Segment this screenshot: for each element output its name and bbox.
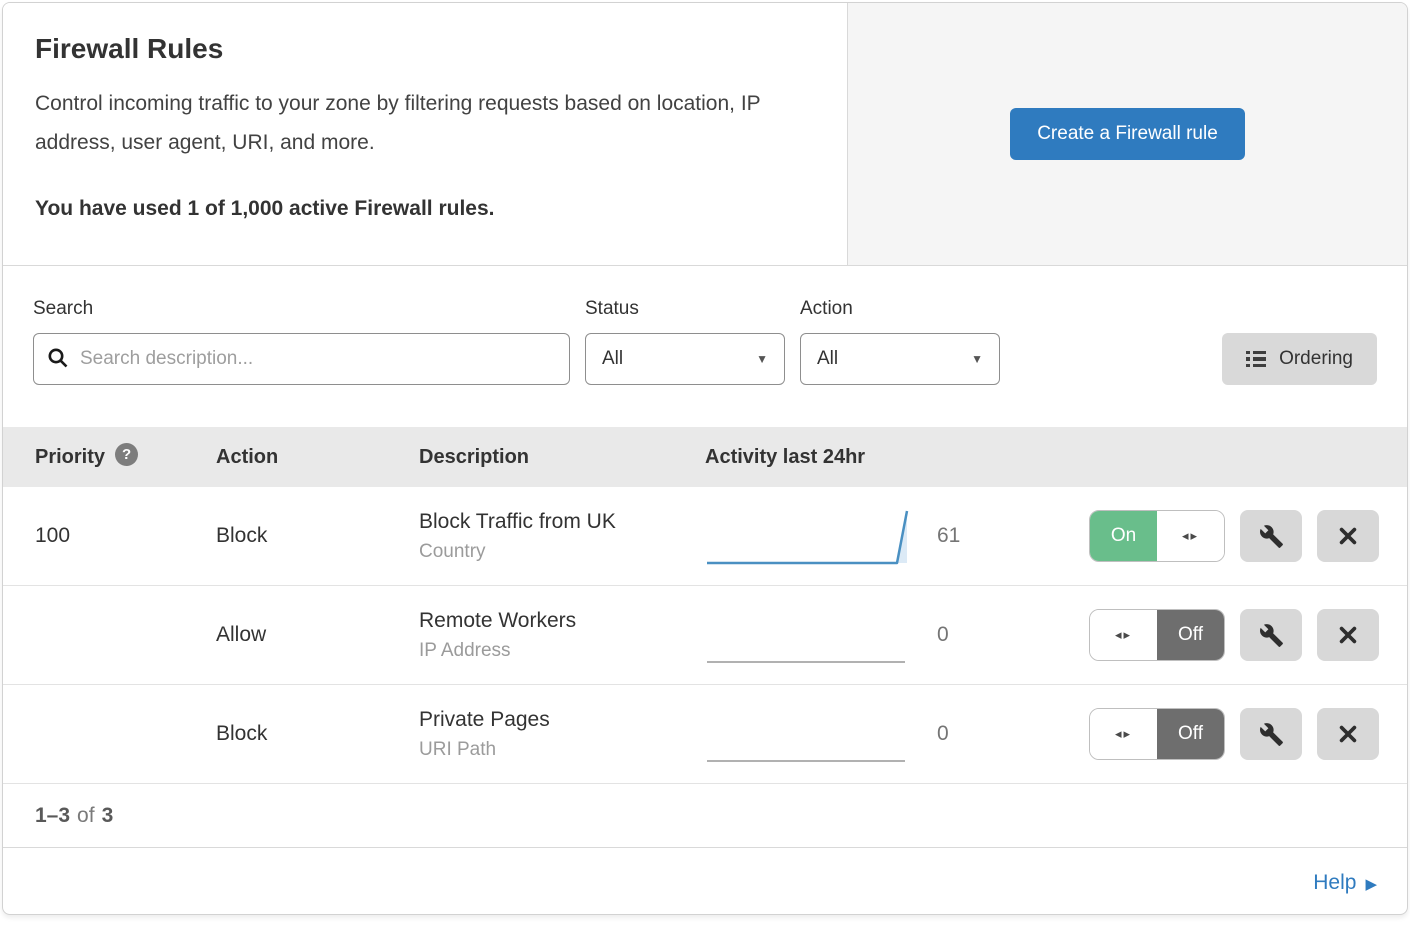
priority-header-label: Priority [35, 446, 105, 469]
activity-count: 0 [937, 623, 949, 647]
header-section: Firewall Rules Control incoming traffic … [3, 3, 1407, 266]
table-row: 100 Block Block Traffic from UK Country … [3, 487, 1407, 586]
toggle-off-segment: Off [1157, 709, 1224, 759]
column-header-description: Description [419, 446, 705, 469]
column-header-priority: Priority ? [35, 446, 216, 469]
activity-sparkline [705, 699, 910, 769]
delete-rule-button[interactable] [1317, 708, 1379, 760]
rule-description: Remote Workers [419, 609, 705, 633]
rule-action: Block [216, 722, 419, 746]
column-header-action: Action [216, 446, 419, 469]
status-label: Status [585, 298, 785, 320]
delete-rule-button[interactable] [1317, 609, 1379, 661]
activity-sparkline [705, 600, 910, 670]
activity-count: 0 [937, 722, 949, 746]
edit-rule-button[interactable] [1240, 609, 1302, 661]
status-select-value: All [602, 348, 623, 370]
action-filter-group: Action All ▼ [800, 298, 1000, 385]
toggle-handle-icon: ◂▸ [1090, 709, 1157, 759]
rule-description: Block Traffic from UK [419, 510, 705, 534]
rule-controls: On ◂▸ [1089, 510, 1407, 562]
rule-description: Private Pages [419, 708, 705, 732]
search-icon [46, 346, 70, 375]
action-select[interactable]: All ▼ [800, 333, 1000, 385]
toggle-on-segment: On [1090, 511, 1157, 561]
table-header-row: Priority ? Action Description Activity l… [3, 427, 1407, 487]
status-select[interactable]: All ▼ [585, 333, 785, 385]
toggle-handle-icon: ◂▸ [1090, 610, 1157, 660]
ordered-list-icon [1246, 351, 1266, 368]
wrench-icon [1259, 524, 1284, 549]
search-box [33, 333, 570, 385]
pagination-bar: 1–3 of 3 [3, 784, 1407, 848]
activity-count: 61 [937, 524, 960, 548]
rule-action: Block [216, 524, 419, 548]
toggle-handle-icon: ◂▸ [1157, 511, 1224, 561]
rule-description-cell: Block Traffic from UK Country [419, 510, 705, 563]
pagination-range: 1–3 [35, 804, 70, 828]
column-header-activity: Activity last 24hr [705, 446, 1089, 469]
status-filter-group: Status All ▼ [585, 298, 785, 385]
create-firewall-rule-button[interactable]: Create a Firewall rule [1010, 108, 1245, 160]
search-label: Search [33, 298, 570, 320]
rule-priority: 100 [35, 524, 216, 548]
edit-rule-button[interactable] [1240, 708, 1302, 760]
rule-activity-cell: 0 [705, 600, 1089, 670]
ordering-button-label: Ordering [1279, 348, 1353, 370]
rule-activity-cell: 61 [705, 501, 1089, 571]
priority-help-icon[interactable]: ? [115, 443, 138, 466]
search-input[interactable] [33, 333, 570, 385]
rule-match-type: Country [419, 541, 705, 563]
chevron-down-icon: ▼ [971, 352, 983, 366]
rule-activity-cell: 0 [705, 699, 1089, 769]
wrench-icon [1259, 722, 1284, 747]
close-icon [1337, 525, 1359, 547]
pagination-total: 3 [102, 804, 114, 828]
page-description: Control incoming traffic to your zone by… [35, 85, 805, 163]
ordering-button[interactable]: Ordering [1222, 333, 1377, 385]
page-title: Firewall Rules [35, 33, 815, 65]
rule-action: Allow [216, 623, 419, 647]
edit-rule-button[interactable] [1240, 510, 1302, 562]
table-row: Block Private Pages URI Path 0 ◂▸ Off [3, 685, 1407, 784]
help-bar: Help ▶ [3, 848, 1407, 915]
help-link[interactable]: Help ▶ [1313, 871, 1377, 895]
header-text-block: Firewall Rules Control incoming traffic … [3, 3, 847, 265]
wrench-icon [1259, 623, 1284, 648]
action-label: Action [800, 298, 1000, 320]
rule-enabled-toggle[interactable]: ◂▸ Off [1089, 609, 1225, 661]
header-action-panel: Create a Firewall rule [847, 3, 1407, 265]
action-select-value: All [817, 348, 838, 370]
close-icon [1337, 723, 1359, 745]
usage-note: You have used 1 of 1,000 active Firewall… [35, 197, 815, 221]
search-filter-group: Search [33, 298, 570, 385]
arrow-right-icon: ▶ [1365, 875, 1377, 893]
rule-controls: ◂▸ Off [1089, 609, 1407, 661]
table-row: Allow Remote Workers IP Address 0 ◂▸ Off [3, 586, 1407, 685]
rule-enabled-toggle[interactable]: On ◂▸ [1089, 510, 1225, 562]
delete-rule-button[interactable] [1317, 510, 1379, 562]
help-link-label: Help [1313, 871, 1356, 895]
toggle-off-segment: Off [1157, 610, 1224, 660]
rule-match-type: IP Address [419, 640, 705, 662]
rule-controls: ◂▸ Off [1089, 708, 1407, 760]
pagination-of-label: of [77, 804, 95, 828]
filters-bar: Search Status All ▼ Action All ▼ [3, 266, 1407, 427]
rule-description-cell: Remote Workers IP Address [419, 609, 705, 662]
chevron-down-icon: ▼ [756, 352, 768, 366]
activity-sparkline [705, 501, 910, 571]
rule-match-type: URI Path [419, 739, 705, 761]
rule-description-cell: Private Pages URI Path [419, 708, 705, 761]
firewall-rules-panel: Firewall Rules Control incoming traffic … [2, 2, 1408, 915]
close-icon [1337, 624, 1359, 646]
rule-enabled-toggle[interactable]: ◂▸ Off [1089, 708, 1225, 760]
